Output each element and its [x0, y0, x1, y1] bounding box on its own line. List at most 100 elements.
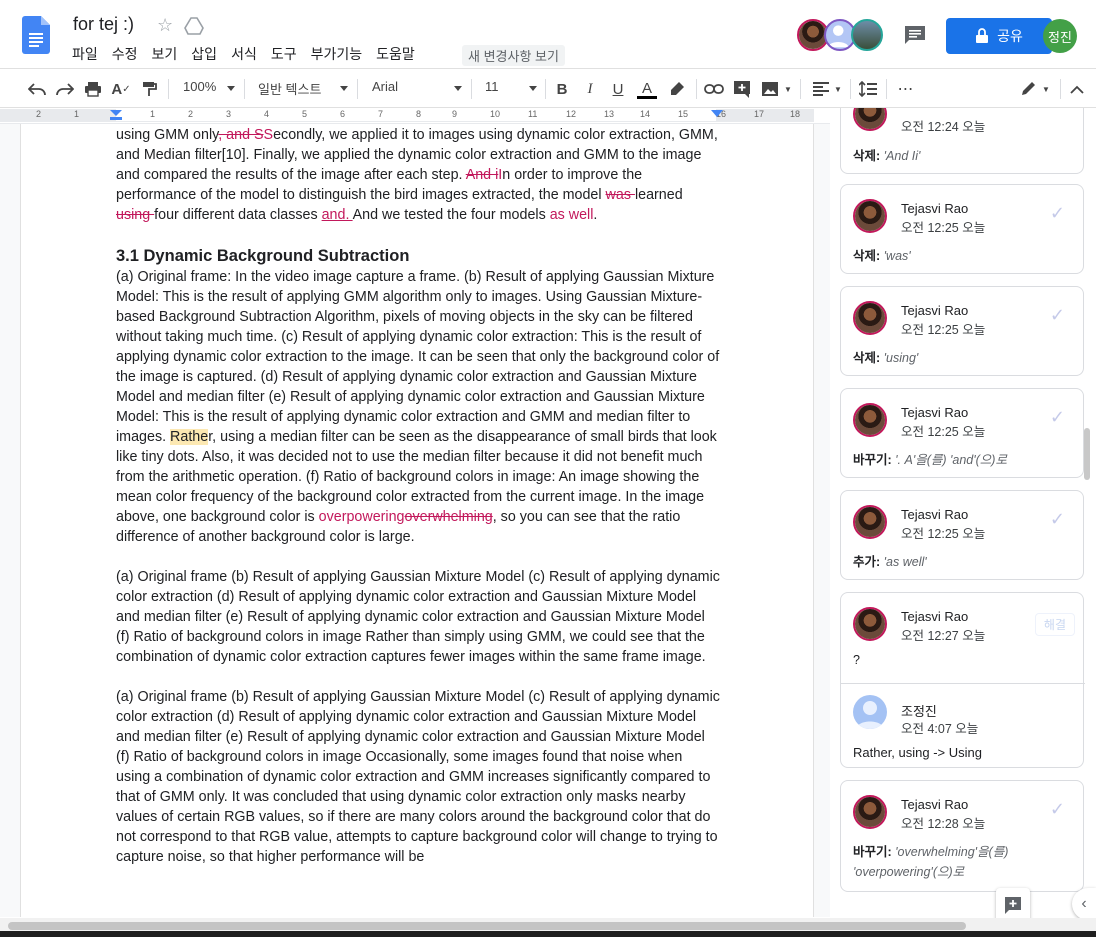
chevron-down-icon[interactable]: ▼: [832, 77, 844, 101]
comment-thread-card[interactable]: Tejasvi Rao 오전 12:27 오늘 해결 ? 조정진 오전 4:07…: [840, 592, 1085, 768]
show-side-panel-icon[interactable]: ‹: [1072, 888, 1096, 920]
accept-check-icon[interactable]: ✓: [1050, 305, 1065, 326]
suggestion-card[interactable]: Tejasvi Rao 오전 12:25 오늘 ✓ 삭제: 'was': [840, 184, 1084, 274]
suggestion-card[interactable]: Tejasvi Rao 오전 12:25 오늘 ✓ 삭제: 'using': [840, 286, 1084, 376]
docs-logo-icon[interactable]: [22, 16, 50, 54]
suggestion-type: 바꾸기:: [853, 453, 892, 467]
commented-text[interactable]: Rathe: [170, 429, 209, 445]
toolbar-separator: [850, 79, 851, 99]
share-label: 공유: [997, 28, 1023, 44]
ruler-number: 7: [378, 109, 384, 119]
left-indent-marker-icon[interactable]: [110, 110, 122, 121]
paragraph-style-select[interactable]: 일반 텍스트: [258, 79, 348, 98]
toolbar-separator: [1060, 79, 1061, 99]
text: four different data classes: [154, 207, 322, 223]
hide-menus-icon[interactable]: [1066, 77, 1088, 101]
move-to-drive-icon[interactable]: [184, 16, 204, 36]
comment-text: ?: [853, 653, 860, 667]
menu-format[interactable]: 서식: [231, 44, 264, 64]
accept-check-icon[interactable]: ✓: [1050, 407, 1065, 428]
menu-view[interactable]: 보기: [152, 44, 185, 64]
resolve-button[interactable]: 해결: [1034, 613, 1075, 636]
more-options-icon[interactable]: ⋯: [894, 77, 918, 101]
underline-icon[interactable]: U: [608, 77, 628, 101]
zoom-select[interactable]: 100%: [183, 79, 235, 94]
redo-icon[interactable]: [54, 77, 76, 101]
suggested-replacement[interactable]: and.: [322, 207, 353, 223]
commenter-avatar: [853, 505, 887, 539]
accept-check-icon[interactable]: ✓: [1050, 203, 1065, 224]
paragraph[interactable]: (a) Original frame (b) Result of applyin…: [116, 687, 720, 867]
text-color-icon[interactable]: A: [636, 77, 658, 101]
commenter-name: Tejasvi Rao: [901, 609, 969, 624]
chevron-down-icon[interactable]: ▼: [1040, 77, 1052, 101]
suggested-deletion[interactable]: And i: [466, 167, 499, 183]
paint-format-icon[interactable]: [138, 77, 160, 101]
suggested-insertion[interactable]: as well: [546, 207, 594, 223]
right-indent-marker-icon[interactable]: [711, 110, 723, 118]
accept-check-icon[interactable]: ✓: [1050, 509, 1065, 530]
suggestion-card[interactable]: Tejasvi Rao 오전 12:28 오늘 ✓ 바꾸기: 'overwhel…: [840, 780, 1084, 892]
add-comment-fab[interactable]: [996, 888, 1030, 922]
paragraph[interactable]: (a) Original frame: In the video image c…: [116, 267, 720, 547]
ruler-number: 4: [264, 109, 270, 119]
formatting-toolbar: A ✓ 100% 일반 텍스트 Arial 11 B I U A ▼ ▼ ⋯ ▼: [0, 68, 1096, 108]
font-size-select[interactable]: 11: [485, 79, 537, 94]
suggestion-type: 추가:: [853, 555, 881, 569]
collaborator-avatar-3[interactable]: [851, 19, 883, 51]
see-new-changes-link[interactable]: 새 변경사항 보기: [462, 45, 565, 66]
menu-edit[interactable]: 수정: [112, 44, 145, 64]
suggestion-card[interactable]: 오전 12:24 오늘 삭제: 'And Ii': [840, 108, 1084, 174]
undo-icon[interactable]: [26, 77, 48, 101]
paragraph[interactable]: using GMM only, and SSecondly, we applie…: [116, 125, 720, 225]
spellcheck-icon[interactable]: A ✓: [110, 77, 132, 101]
comment-time: 오전 12:28 오늘: [901, 817, 986, 831]
account-avatar[interactable]: 정진: [1043, 19, 1077, 53]
italic-icon[interactable]: I: [580, 77, 600, 101]
suggestion-value: 'And Ii': [883, 149, 921, 163]
star-icon[interactable]: ☆: [157, 15, 173, 36]
horizontal-scroll-thumb[interactable]: [8, 922, 966, 930]
insert-image-icon[interactable]: [759, 77, 781, 101]
editing-mode-icon[interactable]: [1016, 77, 1040, 101]
reply-text: Rather, using -> Using: [853, 745, 982, 760]
menu-file[interactable]: 파일: [72, 44, 105, 64]
suggested-deletion[interactable]: using: [116, 207, 154, 223]
menu-addons[interactable]: 부가기능: [311, 44, 370, 64]
suggested-deletion[interactable]: was: [606, 187, 635, 203]
suggestion-card[interactable]: Tejasvi Rao 오전 12:25 오늘 ✓ 바꾸기: '. A'을(를)…: [840, 388, 1084, 478]
suggestion-value: 'as well': [883, 555, 927, 569]
suggested-insertion[interactable]: overpowering: [319, 509, 405, 525]
add-comment-icon[interactable]: [731, 77, 753, 101]
document-title[interactable]: for tej :): [73, 14, 134, 35]
suggested-deletion[interactable]: overwhelming: [405, 509, 493, 525]
paragraph[interactable]: (a) Original frame (b) Result of applyin…: [116, 567, 720, 667]
suggested-insertion[interactable]: S: [264, 127, 274, 143]
document-body[interactable]: using GMM only, and SSecondly, we applie…: [116, 125, 720, 867]
menu-help[interactable]: 도움말: [376, 44, 422, 64]
font-select[interactable]: Arial: [372, 79, 462, 94]
vertical-scrollbar[interactable]: [1084, 428, 1090, 480]
menu-insert[interactable]: 삽입: [191, 44, 224, 64]
bold-icon[interactable]: B: [552, 77, 572, 101]
print-icon[interactable]: [82, 77, 104, 101]
comment-history-icon[interactable]: [903, 24, 927, 46]
horizontal-ruler[interactable]: 2 1 1 2 3 4 5 6 7 8 9 10 11 12 13 14 15 …: [0, 108, 814, 122]
accept-check-icon[interactable]: ✓: [1050, 799, 1065, 820]
toolbar-separator: [886, 79, 887, 99]
chevron-down-icon[interactable]: ▼: [782, 77, 794, 101]
comment-time: 오전 12:25 오늘: [901, 221, 986, 235]
align-left-icon[interactable]: [810, 77, 832, 101]
text: learned: [634, 187, 683, 203]
person-icon: [856, 701, 884, 729]
suggested-deletion[interactable]: , and S: [218, 127, 263, 143]
section-heading[interactable]: 3.1 Dynamic Background Subtraction: [116, 245, 720, 267]
share-button[interactable]: 공유: [946, 18, 1052, 54]
highlight-color-icon[interactable]: [666, 77, 688, 101]
menu-tools[interactable]: 도구: [271, 44, 304, 64]
suggestion-value: 'overpowering'(으)로: [853, 865, 965, 879]
suggestion-card[interactable]: Tejasvi Rao 오전 12:25 오늘 ✓ 추가: 'as well': [840, 490, 1084, 580]
insert-link-icon[interactable]: [703, 77, 725, 101]
line-spacing-icon[interactable]: [857, 77, 879, 101]
